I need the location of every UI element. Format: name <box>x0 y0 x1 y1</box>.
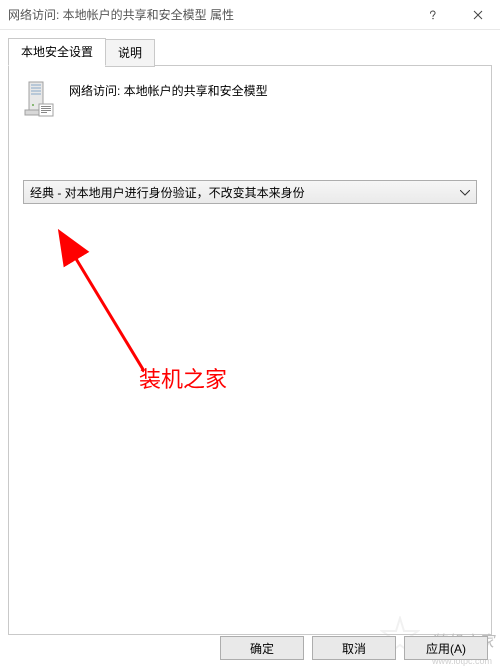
chevron-down-icon <box>460 185 470 199</box>
tab-panel: 网络访问: 本地帐户的共享和安全模型 经典 - 对本地用户进行身份验证，不改变其… <box>8 65 492 635</box>
server-icon <box>23 80 55 120</box>
ok-button[interactable]: 确定 <box>220 636 304 660</box>
tab-strip: 本地安全设置 说明 <box>8 38 492 66</box>
title-bar: 网络访问: 本地帐户的共享和安全模型 属性 <box>0 0 500 30</box>
dropdown-selected-value: 经典 - 对本地用户进行身份验证，不改变其本来身份 <box>30 184 305 201</box>
cancel-button[interactable]: 取消 <box>312 636 396 660</box>
tab-description[interactable]: 说明 <box>105 39 155 67</box>
window-title: 网络访问: 本地帐户的共享和安全模型 属性 <box>8 6 410 23</box>
close-icon <box>473 10 483 20</box>
tab-local-security-settings[interactable]: 本地安全设置 <box>8 38 106 66</box>
annotation-arrow <box>49 226 149 376</box>
help-button[interactable] <box>410 0 455 30</box>
apply-button[interactable]: 应用(A) <box>404 636 488 660</box>
annotation-text: 装机之家 <box>139 362 227 394</box>
help-icon <box>428 10 438 20</box>
close-button[interactable] <box>455 0 500 30</box>
sharing-model-dropdown[interactable]: 经典 - 对本地用户进行身份验证，不改变其本来身份 <box>23 180 477 204</box>
policy-title: 网络访问: 本地帐户的共享和安全模型 <box>69 80 268 99</box>
policy-header: 网络访问: 本地帐户的共享和安全模型 <box>23 80 477 120</box>
dialog-button-row: 确定 取消 应用(A) <box>220 636 488 660</box>
